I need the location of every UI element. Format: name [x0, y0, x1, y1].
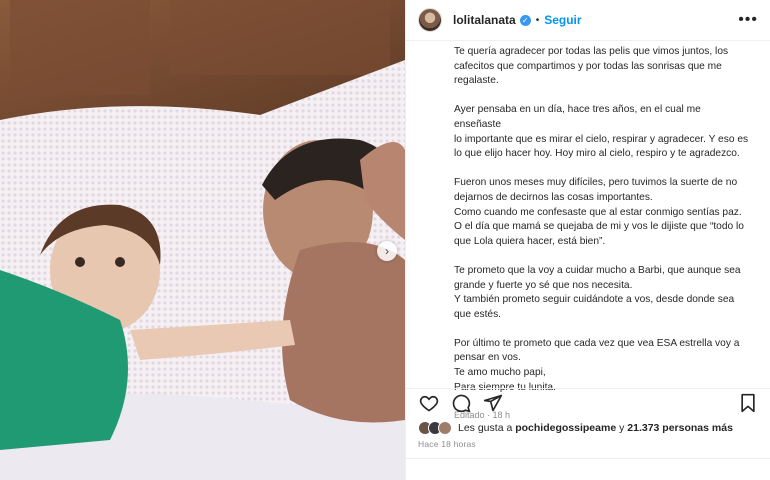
likes-count-link[interactable]: 21.373 personas más	[627, 422, 733, 434]
instagram-post: › lolitalanata ✓ • Seguir ••• Te quería …	[0, 0, 770, 480]
caption-line: grande y fuerte yo sé que nos necesita.	[454, 279, 633, 291]
caption-paragraph: Fueron unos meses muy difíciles, pero tu…	[454, 176, 750, 249]
post-photo[interactable]: ›	[0, 0, 405, 480]
photo-illustration	[0, 0, 405, 480]
caption-line: dejarnos de decirnos las cosas important…	[454, 191, 653, 203]
caption-line: pensar en vos.	[454, 352, 521, 364]
verified-badge-icon: ✓	[519, 14, 531, 26]
heart-icon[interactable]	[418, 392, 440, 414]
caption-line: Fueron unos meses muy difíciles, pero tu…	[454, 177, 738, 189]
caption-line: O el día que mamá se quejaba de mi y vos…	[454, 221, 744, 233]
bookmark-icon[interactable]	[737, 392, 759, 414]
share-icon[interactable]	[482, 392, 504, 414]
post-timestamp[interactable]: Hace 18 horas	[418, 439, 476, 449]
caption-paragraph: Ayer pensaba en un día, hace tres años, …	[454, 103, 750, 161]
caption-line: lo que elijo hacer hoy. Hoy miro al ciel…	[454, 148, 740, 160]
follow-button[interactable]: Seguir	[544, 13, 581, 27]
caption-line: lo importante que es mirar el cielo, res…	[454, 133, 749, 145]
comment-icon[interactable]	[450, 392, 472, 414]
caption-line: Y también prometo seguir cuidándote a vo…	[454, 294, 735, 306]
header-separator: •	[535, 14, 540, 26]
caption-paragraph: Por último te prometo que cada vez que v…	[454, 337, 750, 395]
caption-line: cafecitos que compartimos y por todas la…	[454, 60, 722, 72]
caption-line: Por último te prometo que cada vez que v…	[454, 337, 740, 349]
post-header: lolitalanata ✓ • Seguir •••	[406, 0, 770, 41]
likes-conjunction: y	[619, 422, 625, 434]
caption-line: Te prometo que la voy a cuidar mucho a B…	[454, 264, 741, 276]
caption-line: Te quería agradecer por todas las pelis …	[454, 46, 729, 57]
caption-line: regalaste.	[454, 75, 499, 87]
next-photo-button[interactable]: ›	[377, 241, 397, 261]
liker-username-link[interactable]: pochidegossipeame	[515, 422, 616, 434]
liker-avatar	[438, 421, 452, 435]
caption-line: Como cuando me confesaste que al estar c…	[454, 206, 742, 218]
caption-paragraph: Te quería agradecer por todas las pelis …	[454, 45, 750, 89]
caption-paragraph: Te prometo que la voy a cuidar mucho a B…	[454, 264, 750, 322]
post-panel: lolitalanata ✓ • Seguir ••• Te quería ag…	[405, 0, 770, 480]
comment-bar[interactable]	[406, 458, 770, 480]
chevron-right-icon: ›	[385, 244, 389, 258]
caption-line: Te amo mucho papi,	[454, 367, 546, 379]
username-link[interactable]: lolitalanata	[453, 13, 516, 27]
action-bar	[406, 388, 770, 416]
more-options-icon[interactable]: •••	[738, 11, 758, 29]
caption-line: que estés.	[454, 308, 502, 320]
profile-avatar[interactable]	[418, 8, 442, 32]
liker-avatars[interactable]	[418, 421, 452, 435]
likes-summary: Les gusta a pochidegossipeame y 21.373 p…	[418, 421, 733, 435]
caption-line: que Lola quiera hacer, está bien”.	[454, 235, 606, 247]
likes-prefix: Les gusta a	[458, 422, 513, 434]
caption-line: Ayer pensaba en un día, hace tres años, …	[454, 104, 701, 130]
